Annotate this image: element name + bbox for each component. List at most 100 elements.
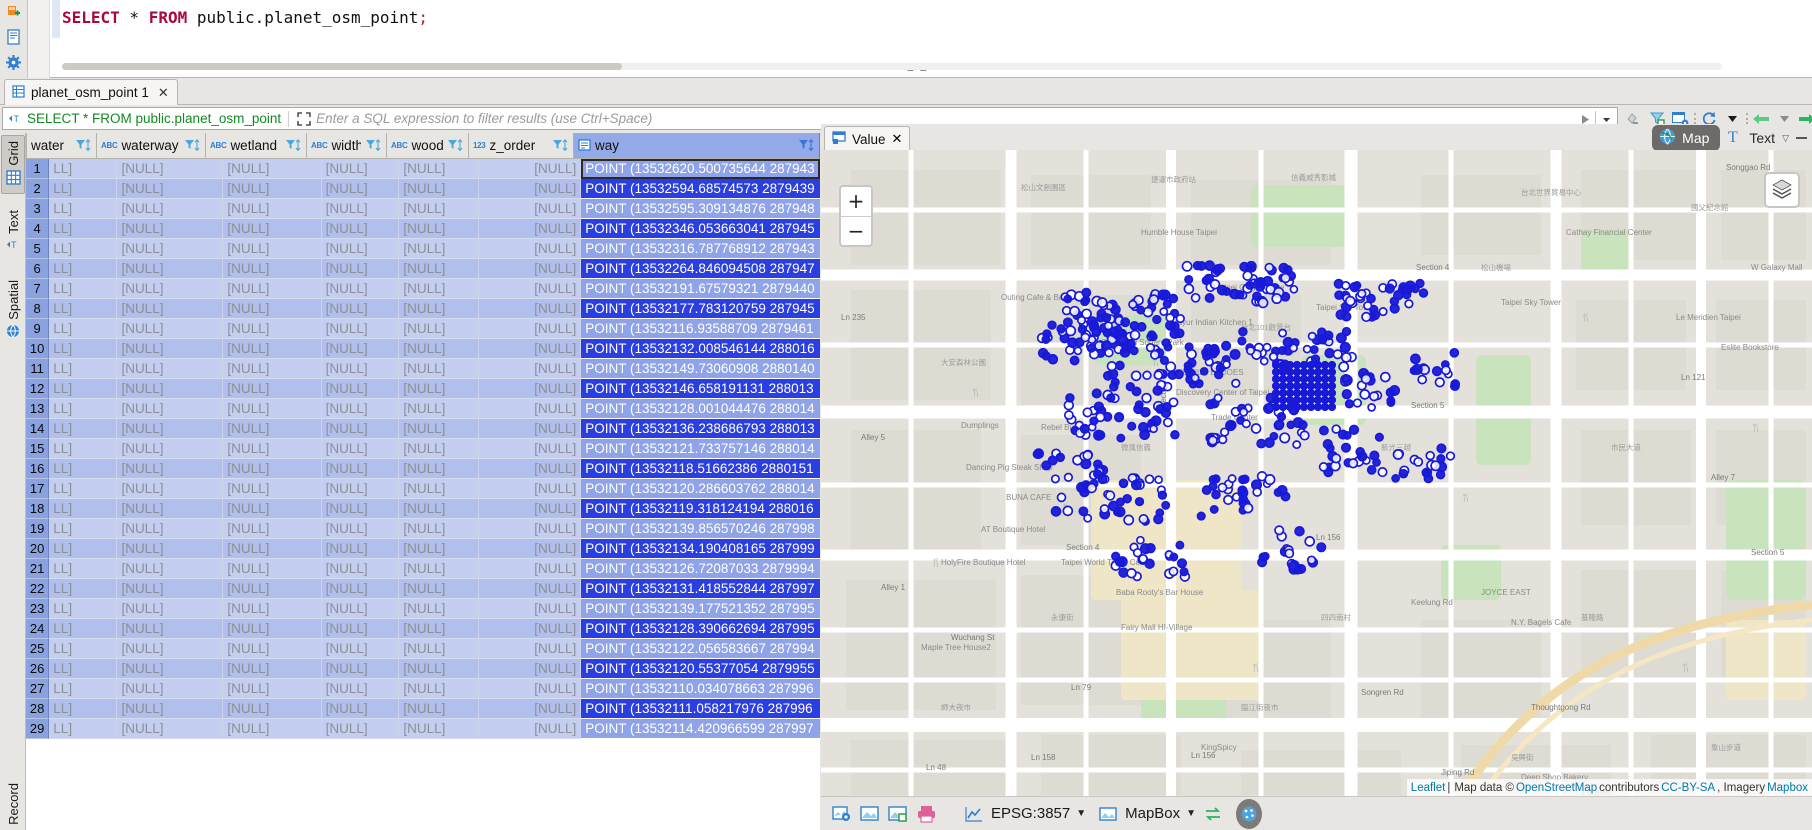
cell-width[interactable]: [NULL]	[321, 579, 400, 599]
column-filter-sort-icon[interactable]	[447, 139, 464, 152]
cell-water[interactable]: LL]	[49, 619, 118, 639]
cell-way[interactable]: POINT (13532114.420966599 287997	[581, 719, 820, 739]
cell-width[interactable]: [NULL]	[321, 379, 400, 399]
cell-wood[interactable]: [NULL]	[399, 579, 480, 599]
cell-wetland[interactable]: [NULL]	[223, 719, 322, 739]
row-number[interactable]: 6	[26, 259, 50, 279]
cell-water[interactable]: LL]	[49, 679, 118, 699]
cell-z_order[interactable]: [NULL]	[479, 159, 582, 179]
cell-way[interactable]: POINT (13532149.73060908 2880140	[581, 359, 820, 379]
cell-waterway[interactable]: [NULL]	[117, 699, 224, 719]
table-row[interactable]: 5 LL] [NULL] [NULL] [NULL] [NULL] [NULL] POINT …	[26, 239, 820, 259]
cell-width[interactable]: [NULL]	[321, 339, 400, 359]
row-number[interactable]: 13	[26, 399, 50, 419]
cell-wetland[interactable]: [NULL]	[223, 559, 322, 579]
cell-way[interactable]: POINT (13532122.056583667 287994	[581, 639, 820, 659]
table-row[interactable]: 17 LL] [NULL] [NULL] [NULL] [NULL] [NULL] POINT…	[26, 479, 820, 499]
cell-wetland[interactable]: [NULL]	[223, 599, 322, 619]
cell-waterway[interactable]: [NULL]	[117, 459, 224, 479]
cell-z_order[interactable]: [NULL]	[479, 359, 582, 379]
table-row[interactable]: 18 LL] [NULL] [NULL] [NULL] [NULL] [NULL] POINT…	[26, 499, 820, 519]
cell-way[interactable]: POINT (13532118.51662386 2880151	[581, 459, 820, 479]
palette-icon[interactable]	[1236, 798, 1263, 829]
cell-wetland[interactable]: [NULL]	[223, 219, 322, 239]
row-number[interactable]: 26	[26, 659, 50, 679]
close-icon[interactable]: ✕	[892, 131, 903, 147]
cell-wetland[interactable]: [NULL]	[223, 679, 322, 699]
sql-statement[interactable]: SELECT * FROM public.planet_osm_point;	[62, 8, 428, 27]
cell-z_order[interactable]: [NULL]	[479, 299, 582, 319]
cell-z_order[interactable]: [NULL]	[479, 599, 582, 619]
column-filter-sort-icon[interactable]	[552, 139, 569, 152]
cell-water[interactable]: LL]	[49, 479, 118, 499]
license-link[interactable]: CC-BY-SA	[1661, 782, 1715, 794]
cell-wetland[interactable]: [NULL]	[223, 639, 322, 659]
panel-menu-caret[interactable]: ▽	[1782, 133, 1789, 144]
table-row[interactable]: 26 LL] [NULL] [NULL] [NULL] [NULL] [NULL] POINT…	[26, 659, 820, 679]
cell-width[interactable]: [NULL]	[321, 459, 400, 479]
cell-way[interactable]: POINT (13532120.286603762 288014	[581, 479, 820, 499]
cell-z_order[interactable]: [NULL]	[479, 659, 582, 679]
row-number[interactable]: 19	[26, 519, 50, 539]
cell-way[interactable]: POINT (13532264.846094508 287947	[581, 259, 820, 279]
table-row[interactable]: 1 LL] [NULL] [NULL] [NULL] [NULL] [NULL] POINT …	[26, 159, 820, 179]
cell-water[interactable]: LL]	[49, 339, 118, 359]
cell-water[interactable]: LL]	[49, 219, 118, 239]
swap-arrows-icon[interactable]	[1202, 803, 1224, 825]
cell-z_order[interactable]: [NULL]	[479, 319, 582, 339]
cell-water[interactable]: LL]	[49, 699, 118, 719]
cell-z_order[interactable]: [NULL]	[479, 339, 582, 359]
cell-way[interactable]: POINT (13532134.190408165 287999	[581, 539, 820, 559]
cell-z_order[interactable]: [NULL]	[479, 219, 582, 239]
cell-water[interactable]: LL]	[49, 399, 118, 419]
table-row[interactable]: 9 LL] [NULL] [NULL] [NULL] [NULL] [NULL] POINT …	[26, 319, 820, 339]
cell-waterway[interactable]: [NULL]	[117, 679, 224, 699]
tiles-label[interactable]: MapBox	[1125, 805, 1180, 822]
row-number[interactable]: 17	[26, 479, 50, 499]
table-row[interactable]: 2 LL] [NULL] [NULL] [NULL] [NULL] [NULL] POINT …	[26, 179, 820, 199]
row-number[interactable]: 16	[26, 459, 50, 479]
column-header-water[interactable]: water	[27, 133, 97, 159]
cell-wood[interactable]: [NULL]	[399, 219, 480, 239]
table-row[interactable]: 20 LL] [NULL] [NULL] [NULL] [NULL] [NULL] POINT…	[26, 539, 820, 559]
table-row[interactable]: 8 LL] [NULL] [NULL] [NULL] [NULL] [NULL] POINT …	[26, 299, 820, 319]
cell-way[interactable]: POINT (13532316.787768912 287943	[581, 239, 820, 259]
row-number[interactable]: 14	[26, 419, 50, 439]
table-row[interactable]: 28 LL] [NULL] [NULL] [NULL] [NULL] [NULL] POINT…	[26, 699, 820, 719]
cell-wood[interactable]: [NULL]	[399, 239, 480, 259]
cell-way[interactable]: POINT (13532191.67579321 2879440	[581, 279, 820, 299]
cell-water[interactable]: LL]	[49, 599, 118, 619]
cell-wood[interactable]: [NULL]	[399, 459, 480, 479]
row-number[interactable]: 3	[26, 199, 50, 219]
cell-width[interactable]: [NULL]	[321, 419, 400, 439]
cell-waterway[interactable]: [NULL]	[117, 519, 224, 539]
row-number[interactable]: 29	[26, 719, 50, 739]
cell-wetland[interactable]: [NULL]	[223, 379, 322, 399]
cell-water[interactable]: LL]	[49, 559, 118, 579]
cell-way[interactable]: POINT (13532620.500735644 287943	[581, 159, 820, 179]
cell-way[interactable]: POINT (13532177.783120759 287945	[581, 299, 820, 319]
crs-label[interactable]: EPSG:3857	[991, 805, 1070, 822]
cell-water[interactable]: LL]	[49, 199, 118, 219]
table-row[interactable]: 27 LL] [NULL] [NULL] [NULL] [NULL] [NULL] POINT…	[26, 679, 820, 699]
sidebar-item-record[interactable]: Record	[1, 778, 25, 830]
cell-z_order[interactable]: [NULL]	[479, 619, 582, 639]
table-row[interactable]: 10 LL] [NULL] [NULL] [NULL] [NULL] [NULL] POINT…	[26, 339, 820, 359]
table-row[interactable]: 29 LL] [NULL] [NULL] [NULL] [NULL] [NULL] POINT…	[26, 719, 820, 739]
cell-width[interactable]: [NULL]	[321, 479, 400, 499]
table-row[interactable]: 12 LL] [NULL] [NULL] [NULL] [NULL] [NULL] POINT…	[26, 379, 820, 399]
cell-water[interactable]: LL]	[49, 359, 118, 379]
cell-width[interactable]: [NULL]	[321, 399, 400, 419]
cell-wetland[interactable]: [NULL]	[223, 479, 322, 499]
cell-z_order[interactable]: [NULL]	[479, 179, 582, 199]
cell-waterway[interactable]: [NULL]	[117, 379, 224, 399]
column-filter-sort-icon[interactable]	[365, 139, 382, 152]
cell-wood[interactable]: [NULL]	[399, 559, 480, 579]
cell-way[interactable]: POINT (13532119.318124194 288016	[581, 499, 820, 519]
cell-way[interactable]: POINT (13532111.058217976 287996	[581, 699, 820, 719]
cell-waterway[interactable]: [NULL]	[117, 279, 224, 299]
cell-water[interactable]: LL]	[49, 379, 118, 399]
cell-water[interactable]: LL]	[49, 459, 118, 479]
cell-way[interactable]: POINT (13532132.008546144 288016	[581, 339, 820, 359]
cell-waterway[interactable]: [NULL]	[117, 339, 224, 359]
